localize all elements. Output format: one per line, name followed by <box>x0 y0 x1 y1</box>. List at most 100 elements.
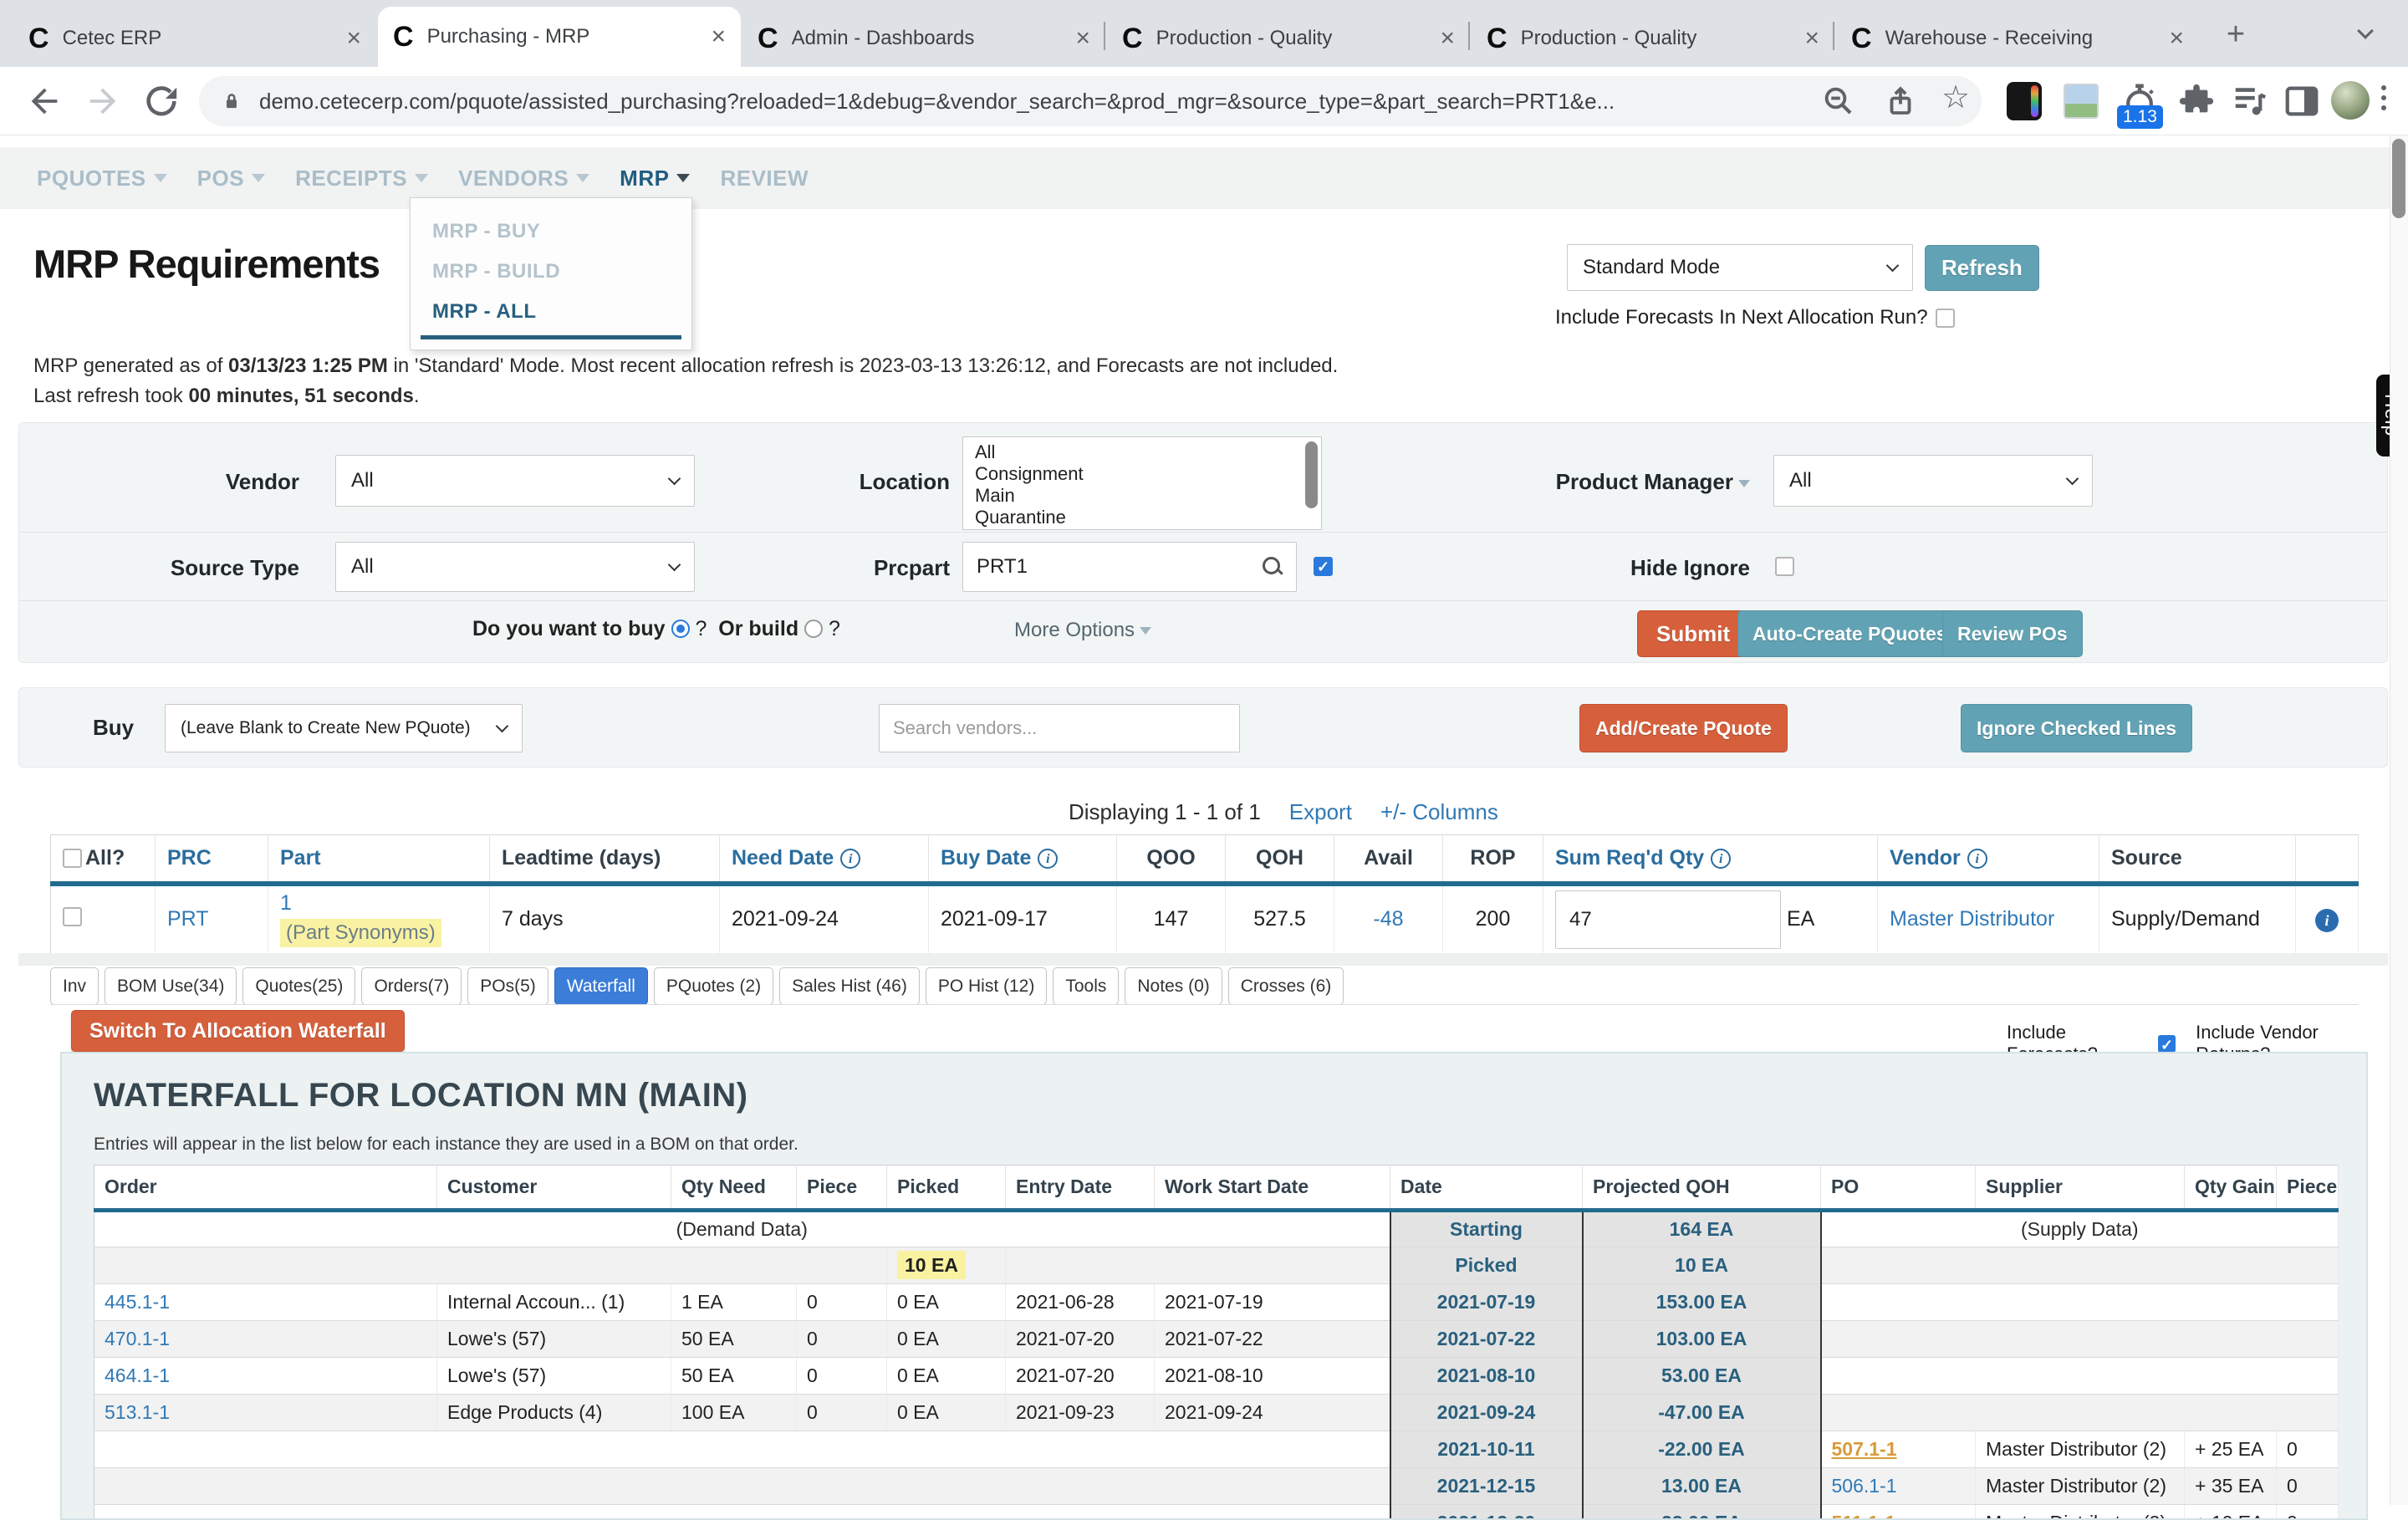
tab-inv[interactable]: Inv <box>50 967 99 1005</box>
menu-item-mrp-all[interactable]: MRP - ALL <box>411 292 691 332</box>
avail-link[interactable]: -48 <box>1373 907 1403 931</box>
po-link[interactable]: 511.1-1 <box>1832 1512 1896 1520</box>
prcpart-input[interactable] <box>962 542 1297 592</box>
forward-icon[interactable] <box>84 82 122 120</box>
browser-tab[interactable]: C Production - Quality × <box>1472 10 1834 67</box>
part-synonyms[interactable]: (Part Synonyms) <box>280 919 441 947</box>
page-scrollbar-thumb[interactable] <box>2392 139 2405 218</box>
ignore-checked-lines-button[interactable]: Ignore Checked Lines <box>1961 704 2192 752</box>
url-bar[interactable]: demo.cetecerp.com/pquote/assisted_purcha… <box>199 76 1982 126</box>
nav-review[interactable]: REVIEW <box>720 166 809 191</box>
submit-button[interactable]: Submit <box>1637 610 1749 657</box>
listbox-scrollbar[interactable] <box>1305 441 1318 508</box>
side-panel-icon[interactable] <box>2283 82 2321 120</box>
tab-notes[interactable]: Notes (0) <box>1125 967 1222 1005</box>
new-tab-button[interactable]: + <box>2217 17 2254 54</box>
tab-close-icon[interactable]: × <box>2169 24 2184 53</box>
buy-radio[interactable] <box>671 620 690 638</box>
nav-receipts[interactable]: RECEIPTS <box>295 166 428 191</box>
nav-vendors[interactable]: VENDORS <box>458 166 589 191</box>
info-icon[interactable]: i <box>1038 849 1058 869</box>
browser-tab[interactable]: C Cetec ERP × <box>13 10 376 67</box>
source-type-select[interactable]: All <box>335 542 695 592</box>
build-radio[interactable] <box>804 620 823 638</box>
tab-quotes[interactable]: Quotes(25) <box>242 967 355 1005</box>
nav-pos[interactable]: POS <box>197 166 265 191</box>
tab-close-icon[interactable]: × <box>1075 24 1090 53</box>
search-icon[interactable] <box>1262 556 1283 578</box>
browser-tab[interactable]: C Admin - Dashboards × <box>742 10 1105 67</box>
nav-mrp[interactable]: MRP <box>620 166 690 191</box>
tab-crosses[interactable]: Crosses (6) <box>1228 967 1344 1005</box>
location-option[interactable]: Main <box>975 485 1321 507</box>
include-forecasts-checkbox[interactable]: ✓ <box>2158 1035 2176 1053</box>
order-link[interactable]: 445.1-1 <box>105 1291 170 1313</box>
doc-extension-icon[interactable] <box>2007 82 2042 120</box>
browser-tab-active[interactable]: C Purchasing - MRP × <box>378 7 741 67</box>
review-pos-button[interactable]: Review POs <box>1942 610 2083 657</box>
add-create-pquote-button[interactable]: Add/Create PQuote <box>1579 704 1788 752</box>
menu-item-mrp-build[interactable]: MRP - BUILD <box>411 252 691 292</box>
nav-pquotes[interactable]: PQUOTES <box>37 166 167 191</box>
col-part[interactable]: Part <box>268 835 490 884</box>
auto-create-pquotes-button[interactable]: Auto-Create PQuotes <box>1737 610 1962 657</box>
order-link[interactable]: 513.1-1 <box>105 1401 170 1423</box>
tab-pos[interactable]: POs(5) <box>467 967 548 1005</box>
location-option[interactable]: All <box>975 441 1321 463</box>
col-buy-date[interactable]: Buy Datei <box>929 835 1117 884</box>
po-link[interactable]: 506.1-1 <box>1832 1475 1897 1497</box>
media-playlist-icon[interactable] <box>2231 82 2269 120</box>
po-link[interactable]: 507.1-1 <box>1832 1438 1897 1460</box>
col-sum-reqd-qty[interactable]: Sum Req'd Qtyi <box>1543 835 1878 884</box>
columns-link[interactable]: +/- Columns <box>1380 799 1498 825</box>
tab-pquotes[interactable]: PQuotes (2) <box>654 967 773 1005</box>
vendor-link[interactable]: Master Distributor <box>1890 907 2054 931</box>
browser-tab[interactable]: C Warehouse - Receiving × <box>1836 10 2199 67</box>
mode-select[interactable]: Standard Mode <box>1567 244 1913 291</box>
col-vendor[interactable]: Vendori <box>1878 835 2099 884</box>
tab-orders[interactable]: Orders(7) <box>361 967 462 1005</box>
browser-menu-kebab-icon[interactable] <box>2381 80 2386 115</box>
page-scrollbar-track[interactable] <box>2390 135 2408 1505</box>
tab-close-icon[interactable]: × <box>1804 24 1819 53</box>
tab-tools[interactable]: Tools <box>1053 967 1119 1005</box>
vendor-search-input[interactable] <box>879 704 1240 752</box>
refresh-button[interactable]: Refresh <box>1925 245 2039 291</box>
more-options-toggle[interactable]: More Options <box>1014 619 1151 642</box>
info-icon[interactable]: i <box>1711 849 1731 869</box>
back-icon[interactable] <box>25 82 64 120</box>
part-link[interactable]: 1 <box>280 891 292 915</box>
pquote-select[interactable]: (Leave Blank to Create New PQuote) <box>165 704 523 752</box>
select-all-checkbox[interactable] <box>63 849 82 868</box>
vendor-select[interactable]: All <box>335 455 695 507</box>
location-option[interactable]: Quarantine <box>975 507 1321 528</box>
include-forecasts-next-run-checkbox[interactable] <box>1936 309 1955 328</box>
reload-icon[interactable] <box>142 82 181 120</box>
tab-close-icon[interactable]: × <box>346 24 361 53</box>
col-need-date[interactable]: Need Datei <box>720 835 929 884</box>
bookmark-star-icon[interactable]: ☆ <box>1941 79 1970 116</box>
product-manager-select[interactable]: All <box>1773 455 2093 507</box>
sum-reqd-qty-input[interactable] <box>1555 890 1781 949</box>
prcpart-exact-checkbox[interactable]: ✓ <box>1314 557 1333 576</box>
location-option[interactable]: Consignment <box>975 463 1321 485</box>
info-icon[interactable]: i <box>1967 849 1987 869</box>
col-prc[interactable]: PRC <box>156 835 268 884</box>
info-icon[interactable]: i <box>840 849 860 869</box>
prc-link[interactable]: PRT <box>167 907 209 931</box>
row-checkbox[interactable] <box>63 907 82 926</box>
image-extension-icon[interactable] <box>2064 84 2099 119</box>
browser-tab[interactable]: C Production - Quality × <box>1107 10 1470 67</box>
tab-close-icon[interactable]: × <box>711 23 726 51</box>
profile-avatar[interactable] <box>2331 81 2370 120</box>
tab-po-hist[interactable]: PO Hist (12) <box>926 967 1048 1005</box>
share-icon[interactable] <box>1883 84 1918 119</box>
menu-item-mrp-buy[interactable]: MRP - BUY <box>411 212 691 252</box>
tab-close-icon[interactable]: × <box>1440 24 1455 53</box>
tab-sales-hist[interactable]: Sales Hist (46) <box>779 967 920 1005</box>
tab-bom-use[interactable]: BOM Use(34) <box>105 967 237 1005</box>
tab-search-chevron-icon[interactable] <box>2357 23 2374 39</box>
location-multiselect[interactable]: All Consignment Main Quarantine <box>962 436 1322 530</box>
export-link[interactable]: Export <box>1289 799 1352 825</box>
order-link[interactable]: 470.1-1 <box>105 1328 170 1349</box>
